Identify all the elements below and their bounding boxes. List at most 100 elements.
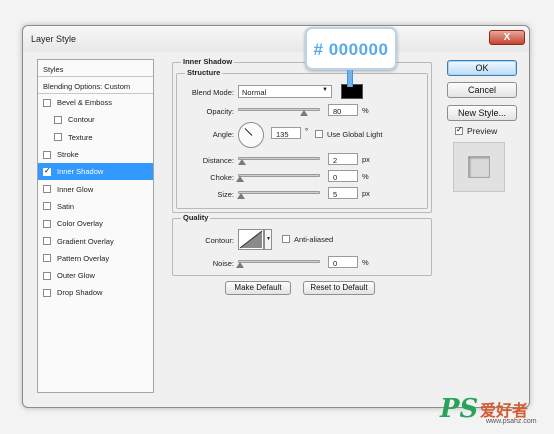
style-item-label: Gradient Overlay xyxy=(57,236,114,246)
use-global-light-label: Use Global Light xyxy=(327,130,383,139)
contour-curve-icon xyxy=(239,230,263,249)
style-item-checkbox[interactable] xyxy=(43,98,51,107)
ok-button[interactable]: OK xyxy=(447,60,517,76)
style-item-drop-shadow[interactable]: Drop Shadow xyxy=(38,284,153,301)
style-item-label: Inner Shadow xyxy=(57,167,104,177)
layer-style-dialog: Layer Style X Styles Blending Options: C… xyxy=(22,25,530,408)
style-item-checkbox[interactable] xyxy=(54,115,62,124)
distance-slider-thumb[interactable] xyxy=(238,159,246,165)
opacity-unit: % xyxy=(362,106,369,115)
style-item-contour[interactable]: Contour xyxy=(38,111,153,128)
blending-options-item[interactable]: Blending Options: Custom xyxy=(38,77,153,94)
style-item-color-overlay[interactable]: Color Overlay xyxy=(38,215,153,232)
preview-checkbox[interactable] xyxy=(455,125,463,135)
callout-hex-text: # 000000 xyxy=(313,40,389,59)
opacity-slider-track[interactable] xyxy=(238,108,320,111)
style-item-label: Outer Glow xyxy=(57,271,95,281)
style-items: Bevel & Emboss Contour Texture Stroke Inner … xyxy=(38,94,153,302)
style-item-checkbox[interactable] xyxy=(43,219,51,228)
quality-title: Quality xyxy=(181,213,211,222)
contour-dropdown-button[interactable]: ▼ xyxy=(264,229,272,250)
distance-label: Distance: xyxy=(202,156,234,165)
make-default-button[interactable]: Make Default xyxy=(225,281,291,295)
new-style-button[interactable]: New Style... xyxy=(447,105,517,121)
anti-aliased-label: Anti-aliased xyxy=(294,235,334,244)
noise-unit: % xyxy=(362,258,369,267)
opacity-label: Opacity: xyxy=(206,107,234,116)
use-global-light-checkbox[interactable] xyxy=(315,130,323,138)
size-slider-track[interactable] xyxy=(238,191,320,194)
angle-label: Angle: xyxy=(212,130,234,139)
style-item-label: Contour xyxy=(68,115,95,125)
style-item-label: Color Overlay xyxy=(57,219,103,229)
style-item-checkbox[interactable] xyxy=(43,185,51,194)
size-slider-thumb[interactable] xyxy=(237,193,245,199)
cancel-button[interactable]: Cancel xyxy=(447,82,517,98)
style-item-satin[interactable]: Satin xyxy=(38,198,153,215)
style-item-checkbox[interactable] xyxy=(43,166,51,176)
choke-label: Choke: xyxy=(210,173,234,182)
watermark-url: www.psahz.com xyxy=(486,418,537,425)
style-item-checkbox[interactable] xyxy=(43,237,51,246)
style-item-stroke[interactable]: Stroke xyxy=(38,146,153,163)
size-unit: px xyxy=(362,189,370,198)
style-item-checkbox[interactable] xyxy=(43,288,51,297)
noise-input[interactable]: 0 xyxy=(328,256,358,268)
blend-mode-label: Blend Mode: xyxy=(191,88,234,97)
structure-title: Structure xyxy=(185,68,223,77)
chevron-down-icon: ▼ xyxy=(322,87,328,93)
style-item-inner-shadow[interactable]: Inner Shadow xyxy=(38,163,153,181)
opacity-slider-thumb[interactable] xyxy=(299,110,308,116)
choke-slider-track[interactable] xyxy=(238,174,320,177)
color-callout: # 000000 xyxy=(305,27,397,70)
opacity-input[interactable]: 80 xyxy=(328,104,358,116)
choke-input[interactable]: 0 xyxy=(328,170,358,182)
styles-list: Styles Blending Options: Custom Bevel & … xyxy=(37,59,154,393)
contour-label: Contour: xyxy=(205,236,234,245)
style-item-label: Inner Glow xyxy=(57,184,94,194)
style-item-bevel-emboss[interactable]: Bevel & Emboss xyxy=(38,94,153,111)
distance-input[interactable]: 2 xyxy=(328,153,358,165)
styles-header[interactable]: Styles xyxy=(38,60,153,77)
blend-mode-select[interactable]: Normal ▼ xyxy=(238,85,332,98)
style-item-inner-glow[interactable]: Inner Glow xyxy=(38,180,153,197)
style-item-checkbox[interactable] xyxy=(43,202,51,211)
blend-mode-value: Normal xyxy=(242,88,267,97)
reset-to-default-button[interactable]: Reset to Default xyxy=(303,281,375,295)
style-item-label: Stroke xyxy=(57,150,79,160)
style-item-label: Texture xyxy=(68,132,93,142)
style-item-label: Satin xyxy=(57,201,75,211)
callout-pointer xyxy=(347,70,353,87)
anti-aliased-checkbox[interactable] xyxy=(282,235,290,243)
noise-label: Noise: xyxy=(212,259,234,268)
window-title: Layer Style xyxy=(31,34,77,44)
choke-slider-thumb[interactable] xyxy=(236,176,244,182)
angle-dial[interactable] xyxy=(238,122,264,148)
chevron-down-icon: ▼ xyxy=(266,236,271,242)
size-input[interactable]: 5 xyxy=(328,187,358,199)
preview-label: Preview xyxy=(467,126,498,136)
style-item-checkbox[interactable] xyxy=(43,254,51,263)
angle-input[interactable]: 135 xyxy=(271,127,301,139)
style-item-checkbox[interactable] xyxy=(43,271,51,280)
distance-unit: px xyxy=(362,155,370,164)
title-bar: Layer Style X xyxy=(23,26,529,52)
noise-slider-track[interactable] xyxy=(238,260,320,263)
inner-shadow-title: Inner Shadow xyxy=(181,57,235,66)
noise-slider-thumb[interactable] xyxy=(236,262,244,268)
contour-picker[interactable] xyxy=(238,229,264,250)
close-button[interactable]: X xyxy=(489,30,525,45)
distance-slider-track[interactable] xyxy=(238,157,320,160)
style-item-checkbox[interactable] xyxy=(54,133,62,142)
angle-needle xyxy=(244,128,253,136)
style-item-outer-glow[interactable]: Outer Glow xyxy=(38,267,153,284)
style-preview-box xyxy=(453,142,505,192)
style-item-checkbox[interactable] xyxy=(43,150,51,159)
style-item-pattern-overlay[interactable]: Pattern Overlay xyxy=(38,250,153,267)
watermark-logo: PS xyxy=(440,394,479,424)
style-item-texture[interactable]: Texture xyxy=(38,129,153,146)
choke-unit: % xyxy=(362,172,369,181)
angle-unit: ° xyxy=(305,127,309,136)
style-item-gradient-overlay[interactable]: Gradient Overlay xyxy=(38,232,153,249)
watermark: PS 爱好者 www.psahz.com xyxy=(440,394,550,430)
